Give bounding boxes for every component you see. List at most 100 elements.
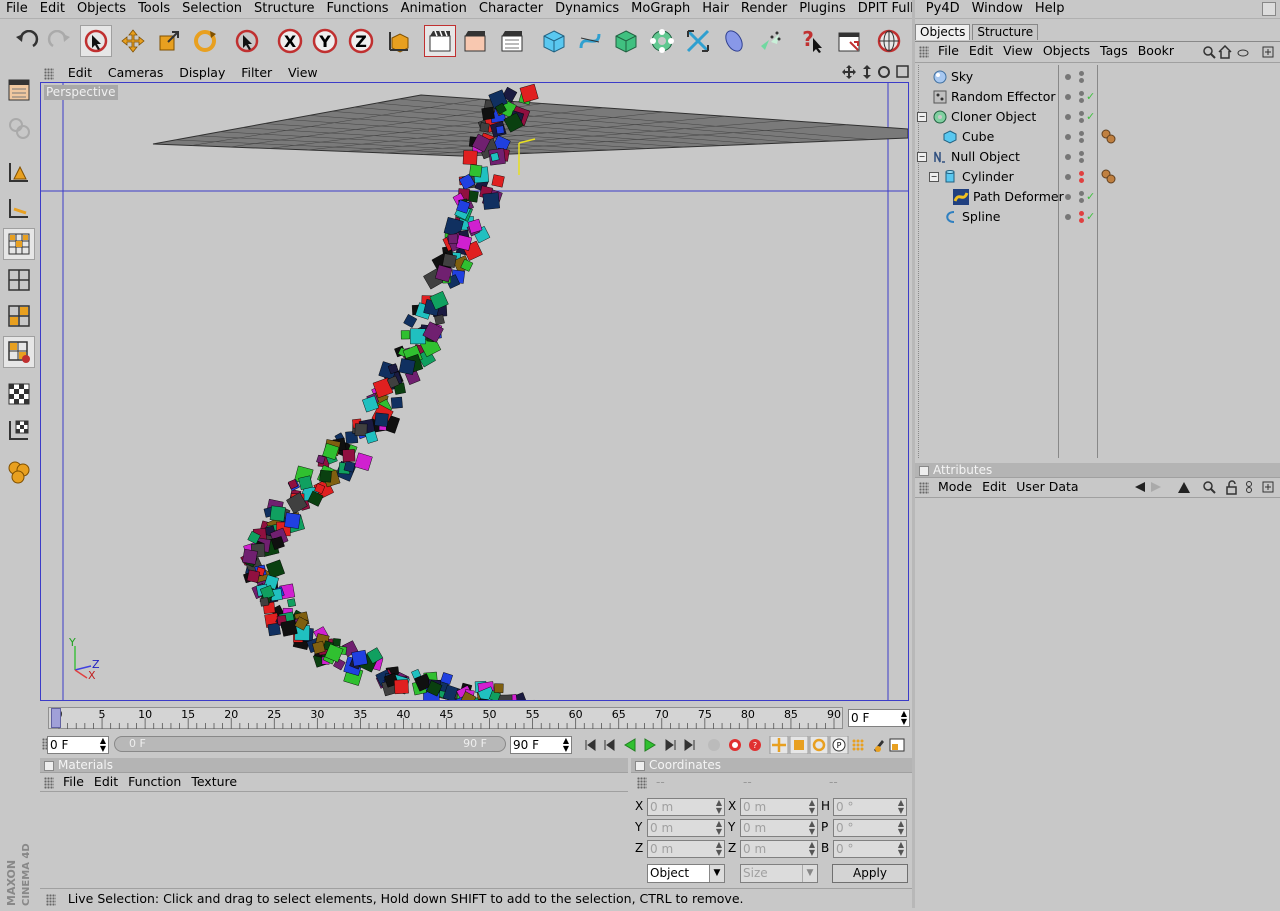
window-restore-button[interactable] [1262,2,1276,16]
menu-structure[interactable]: Structure [248,0,320,17]
preview-range-slider[interactable]: 0 F 90 F [114,736,506,752]
timeline-settings-icon[interactable] [874,740,884,752]
visibility-dot-null[interactable] [1065,154,1071,160]
render-view-icon[interactable] [424,25,456,57]
record-keys-icon[interactable] [708,739,720,751]
cylinder-expand-icon[interactable]: − [929,172,939,182]
attributes-menu-mode[interactable]: Mode [933,478,977,495]
z-axis-lock-icon[interactable]: Z [345,25,377,57]
timeline-ruler[interactable]: 051015202530354045505560657075808590 [48,707,843,729]
keyframe-selection-icon[interactable]: ? [749,739,761,751]
render-dot-null-bottom[interactable] [1079,158,1084,163]
key-position-icon[interactable] [770,736,788,754]
render-dot-null-top[interactable] [1079,151,1084,156]
grid-tool-icon[interactable] [3,264,35,296]
visibility-dot-cube[interactable] [1065,134,1071,140]
menu-edit[interactable]: Edit [34,0,71,17]
menu-hair[interactable]: Hair [696,0,735,17]
render-dot-sky-bottom[interactable] [1079,78,1084,83]
timeline-playhead[interactable] [51,708,61,728]
object-row-random-effector[interactable]: Random Effector ✓ [915,87,1277,107]
timeline[interactable]: 051015202530354045505560657075808590 0 F… [40,703,912,733]
objects-link-icon[interactable] [1238,50,1248,56]
go-to-start-icon[interactable] [586,740,595,750]
menu-render[interactable]: Render [735,0,793,17]
render-picture-viewer-icon[interactable] [459,25,491,57]
enabled-check-icon[interactable]: ✓ [1086,107,1095,127]
object-list[interactable]: Sky Random Effector ✓ − Cloner Object ✓ … [915,65,1280,458]
render-dot-cloner-bottom[interactable] [1079,118,1084,123]
coordinates-collapse-icon[interactable] [635,761,645,771]
coord-pos-y-field[interactable]: 0 m▲▼ [647,819,725,837]
layout-settings-icon[interactable] [833,25,865,57]
nurbs-object-icon[interactable] [610,25,642,57]
menu-functions[interactable]: Functions [321,0,395,17]
menu-dpit-full[interactable]: DPIT Full [852,0,920,17]
perspective-viewport[interactable]: Perspective Y Z X [40,82,909,701]
play-backward-icon[interactable] [625,739,635,751]
key-parameter-icon[interactable]: P [830,736,848,754]
render-dot-random-effector-bottom[interactable] [1079,98,1084,103]
coord-rot-h-field[interactable]: 0 °▲▼ [833,798,907,816]
viewport-pan-icon[interactable] [842,65,856,79]
coord-size-select[interactable]: Size▼ [740,864,818,883]
materials-menu-edit[interactable]: Edit [89,773,123,790]
enabled-check-icon[interactable]: ✓ [1086,187,1095,207]
timeline-layout-icon[interactable] [890,739,904,751]
render-dot-cylinder-top[interactable] [1079,171,1084,176]
enabled-check-icon[interactable]: ✓ [1086,207,1095,227]
autokey-icon[interactable] [729,739,741,751]
objects-home-icon[interactable] [1219,46,1231,58]
menu-objects[interactable]: Objects [71,0,132,17]
viewport-menu-display[interactable]: Display [173,63,231,82]
tab-objects[interactable]: Objects [915,24,970,40]
render-settings-icon[interactable] [496,25,528,57]
menu-window[interactable]: Window [966,0,1029,17]
visibility-dot-cloner[interactable] [1065,114,1071,120]
visibility-dot-cylinder[interactable] [1065,174,1071,180]
attributes-lock-icon[interactable] [1227,481,1236,494]
viewport-maximize-icon[interactable] [897,66,908,77]
scene-object-icon[interactable] [718,25,750,57]
key-rotation-icon[interactable] [810,736,828,754]
menu-mograph[interactable]: MoGraph [625,0,696,17]
visibility-dot-sky[interactable] [1065,74,1071,80]
attributes-search-icon[interactable] [1204,482,1215,493]
attributes-grip-icon[interactable] [919,482,929,494]
texture-axis-tool-icon[interactable] [3,336,35,368]
play-forward-icon[interactable] [645,739,655,751]
viewport-grip-icon[interactable] [44,68,54,80]
menu-animation[interactable]: Animation [395,0,473,17]
objects-menu-objects[interactable]: Objects [1038,42,1095,59]
objects-menu-edit[interactable]: Edit [964,42,998,59]
material-tag-icon[interactable] [1101,169,1117,185]
cloner-expand-icon[interactable]: − [917,112,927,122]
menu-selection[interactable]: Selection [176,0,248,17]
attributes-forward-icon[interactable] [1151,482,1161,492]
visibility-dot-path-deformer[interactable] [1065,194,1071,200]
checker-tool-icon[interactable] [3,378,35,410]
objects-menu-view[interactable]: View [998,42,1038,59]
redo-icon[interactable] [44,25,76,57]
attributes-back-icon[interactable] [1135,482,1145,492]
objects-search-icon[interactable] [1204,47,1215,58]
materials-grip-icon[interactable] [44,777,54,789]
menu-file[interactable]: File [0,0,34,17]
render-dot-random-effector-top[interactable] [1079,91,1084,96]
attributes-menu-user-data[interactable]: User Data [1011,478,1083,495]
live-selection-icon[interactable] [80,25,112,57]
use-model-tool-icon[interactable] [3,74,35,106]
next-frame-icon[interactable] [666,740,675,750]
go-to-end-icon[interactable] [685,740,694,750]
coordinate-system-icon[interactable] [383,25,415,57]
coord-size-y-field[interactable]: 0 m▲▼ [740,819,818,837]
rotate-tool-icon[interactable] [189,25,221,57]
scale-tool-icon[interactable] [153,25,185,57]
render-dot-spline-bottom[interactable] [1079,218,1084,223]
x-axis-lock-icon[interactable]: X [274,25,306,57]
objects-grip-icon[interactable] [919,46,929,58]
cube-object-icon[interactable] [538,25,570,57]
coord-rot-p-field[interactable]: 0 °▲▼ [833,819,907,837]
menu-help[interactable]: Help [1029,0,1071,17]
coord-size-x-field[interactable]: 0 m▲▼ [740,798,818,816]
